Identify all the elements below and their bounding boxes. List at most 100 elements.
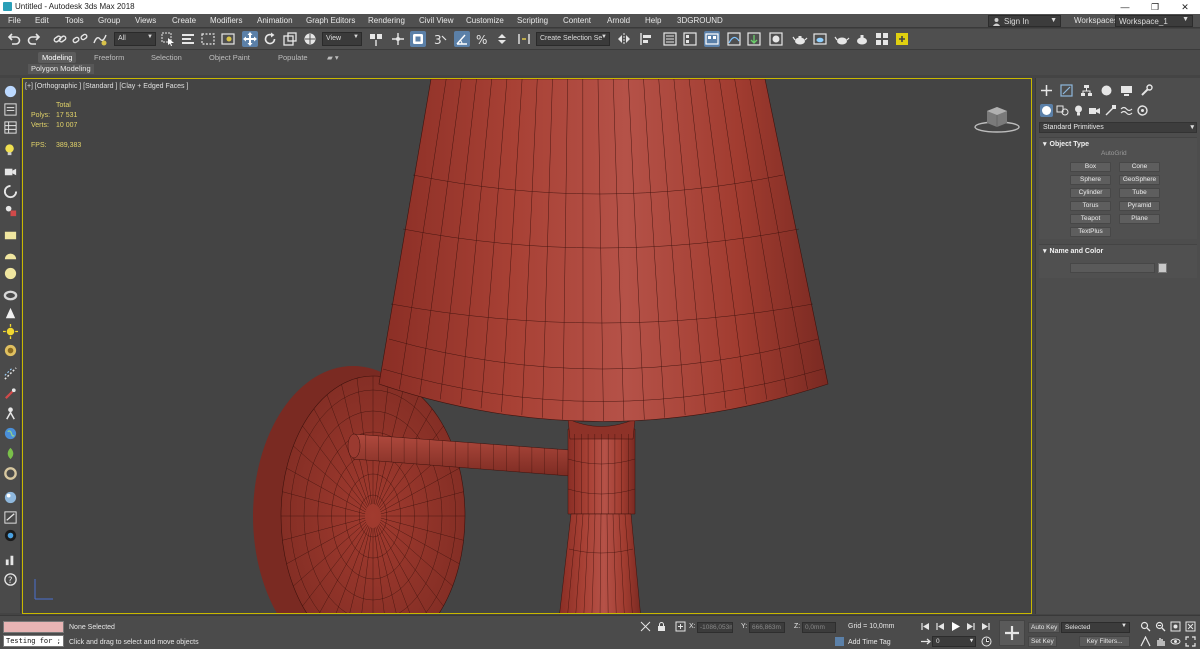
toggle-ribbon-button[interactable] (704, 31, 720, 47)
edit-named-selection-button[interactable] (516, 31, 532, 47)
character-tool-button[interactable] (3, 406, 18, 421)
utilities-tab[interactable] (1140, 84, 1153, 97)
geosphere-button[interactable]: GeoSphere (1119, 175, 1160, 185)
viewport[interactable]: [+] [Orthographic ] [Standard ] [Clay + … (22, 78, 1032, 614)
rope-tool-button[interactable] (3, 466, 18, 481)
next-frame-button[interactable] (965, 621, 976, 632)
unlink-button[interactable] (72, 31, 88, 47)
xref-tool-button[interactable] (3, 510, 18, 525)
ribbon-options-button[interactable]: ▰ ▾ (323, 52, 343, 63)
helpers-category[interactable] (1104, 104, 1117, 117)
rendered-frame-window-button[interactable] (812, 31, 828, 47)
menu-scripting[interactable]: Scripting (517, 16, 548, 25)
x-coordinate-field[interactable]: -1086,053m (697, 622, 733, 633)
maximize-viewport-button[interactable] (1185, 636, 1196, 647)
maximize-button[interactable]: ❐ (1140, 0, 1170, 14)
sun-light-button[interactable] (3, 324, 18, 339)
minimize-button[interactable]: — (1110, 0, 1140, 14)
camera-tool-button[interactable] (3, 164, 18, 179)
menu-civil-view[interactable]: Civil View (419, 16, 454, 25)
reference-coordinate-dropdown[interactable]: View ▼ (322, 32, 362, 46)
link-button[interactable] (52, 31, 68, 47)
menu-file[interactable]: File (8, 16, 21, 25)
a360-gallery-button[interactable] (894, 31, 910, 47)
object-color-swatch[interactable] (1158, 263, 1167, 273)
scene-canvas[interactable] (23, 79, 1032, 614)
spinner-snap-button[interactable] (494, 31, 510, 47)
scene-explorer-toggle[interactable] (3, 102, 18, 117)
key-filters-button[interactable]: Key Filters... (1079, 636, 1130, 647)
pivot-center-button[interactable] (368, 31, 384, 47)
cone-light-button[interactable] (3, 306, 18, 321)
torus-button[interactable]: Torus (1070, 201, 1111, 211)
menu-customize[interactable]: Customize (466, 16, 504, 25)
set-key-button[interactable]: Set Key (1028, 636, 1057, 647)
select-and-rotate-button[interactable] (262, 31, 278, 47)
window-crossing-button[interactable] (220, 31, 236, 47)
menu-edit[interactable]: Edit (35, 16, 49, 25)
zoom-button[interactable] (1140, 621, 1151, 632)
torus-primitive-button[interactable] (3, 288, 18, 303)
menu-arnold[interactable]: Arnold (607, 16, 630, 25)
menu-create[interactable]: Create (172, 16, 196, 25)
snaps-toggle-button[interactable]: 3 (432, 31, 448, 47)
systems-category[interactable] (1136, 104, 1149, 117)
material-ball-button[interactable] (3, 343, 18, 358)
menu-3dground[interactable]: 3DGROUND (677, 16, 723, 25)
hemisphere-primitive-button[interactable] (3, 248, 18, 263)
select-and-scale-button[interactable] (282, 31, 298, 47)
viewcube[interactable] (973, 101, 1021, 135)
cylinder-button[interactable]: Cylinder (1070, 188, 1111, 198)
modify-tab[interactable] (1060, 84, 1073, 97)
align-button[interactable] (638, 31, 654, 47)
render-production-button[interactable] (834, 31, 850, 47)
tube-button[interactable]: Tube (1119, 188, 1160, 198)
named-selection-sets-dropdown[interactable]: Create Selection Se ▼ (536, 32, 610, 46)
orbit-button[interactable] (1170, 636, 1181, 647)
zoom-extents-button[interactable] (1170, 621, 1181, 632)
reflection-sphere-button[interactable] (3, 490, 18, 505)
menu-animation[interactable]: Animation (257, 16, 293, 25)
object-name-field[interactable] (1070, 263, 1155, 273)
cone-button[interactable]: Cone (1119, 162, 1160, 172)
undo-button[interactable] (6, 31, 22, 47)
previous-frame-button[interactable] (935, 621, 946, 632)
render-iterative-button[interactable] (854, 31, 870, 47)
statistics-tool-button[interactable] (3, 552, 18, 567)
percent-snap-button[interactable]: % (474, 31, 490, 47)
primitive-category-dropdown[interactable]: Standard Primitives ▾ (1039, 122, 1197, 133)
maxscript-listener-top[interactable] (3, 621, 64, 633)
bind-spacewarp-button[interactable] (92, 31, 108, 47)
menu-graph-editors[interactable]: Graph Editors (306, 16, 355, 25)
cameras-category[interactable] (1088, 104, 1101, 117)
box-button[interactable]: Box (1070, 162, 1111, 172)
display-tab[interactable] (1120, 84, 1133, 97)
key-selection-dropdown[interactable]: Selected ▼ (1061, 622, 1130, 633)
z-coordinate-field[interactable]: 0,0mm (802, 622, 836, 633)
go-to-start-button[interactable] (920, 621, 931, 632)
menu-views[interactable]: Views (135, 16, 156, 25)
selection-filter-dropdown[interactable]: All ▼ (114, 32, 156, 46)
help-tool-button[interactable]: ? (3, 572, 18, 587)
zoom-all-button[interactable] (1155, 621, 1166, 632)
spacewarps-category[interactable] (1120, 104, 1133, 117)
textplus-button[interactable]: TextPlus (1070, 227, 1111, 237)
auto-key-button[interactable]: Auto Key (1028, 622, 1061, 633)
hierarchy-tab[interactable] (1080, 84, 1093, 97)
menu-rendering[interactable]: Rendering (368, 16, 405, 25)
name-color-header[interactable]: ▾ Name and Color (1043, 247, 1103, 255)
create-tab[interactable] (1040, 84, 1053, 97)
absolute-mode-button[interactable] (675, 621, 686, 632)
go-to-end-button[interactable] (980, 621, 991, 632)
particle-tool-button[interactable] (3, 366, 18, 381)
environment-tool-button[interactable] (3, 426, 18, 441)
sphere-primitive-button[interactable] (3, 266, 18, 281)
select-object-button[interactable] (160, 31, 176, 47)
sign-in-dropdown[interactable]: Sign In ▼ (988, 15, 1061, 27)
tab-modeling[interactable]: Modeling (38, 52, 77, 63)
redo-button[interactable] (26, 31, 42, 47)
schematic-view-button[interactable] (746, 31, 762, 47)
add-time-tag[interactable]: Add Time Tag (848, 639, 891, 646)
paint-tool-button[interactable] (3, 386, 18, 401)
key-mode-button[interactable] (920, 636, 931, 647)
